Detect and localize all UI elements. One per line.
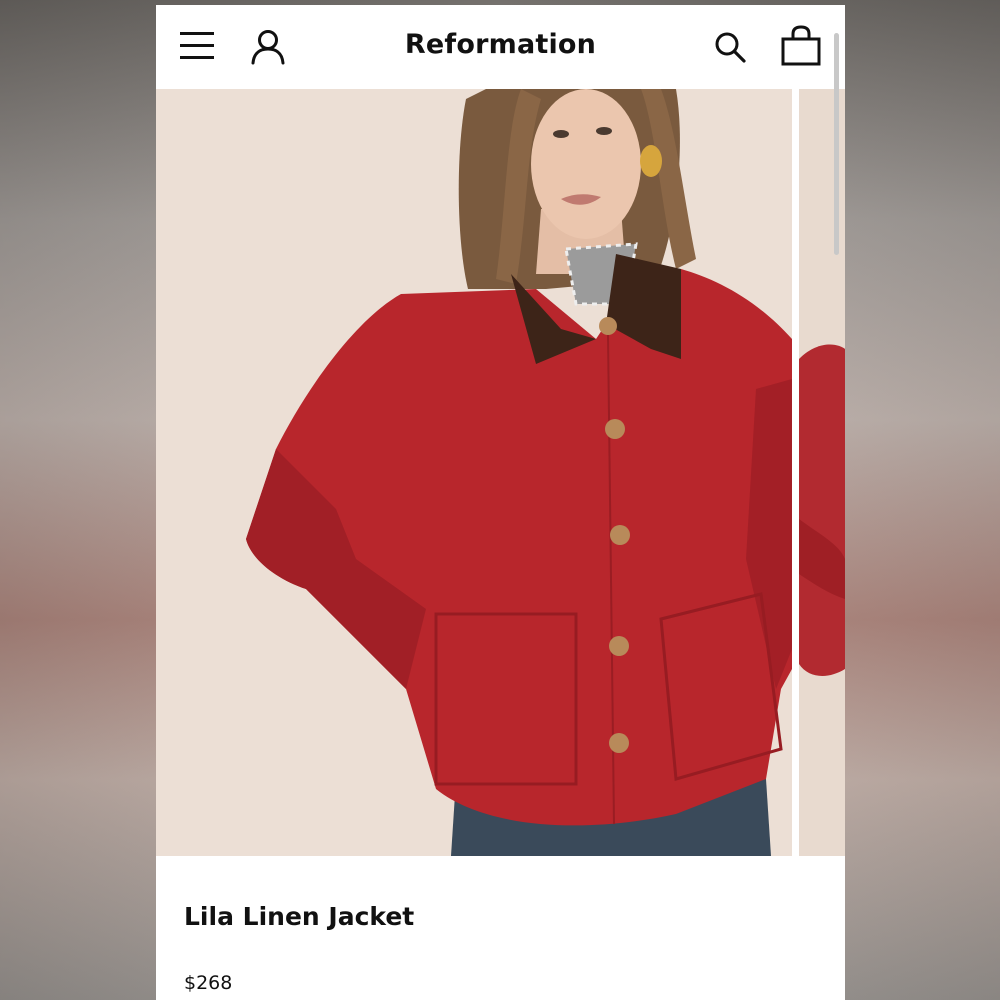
product-image-carousel[interactable]	[156, 89, 845, 856]
product-image[interactable]	[156, 89, 792, 856]
mobile-screen: Reformation Lila Linen Jacket $268	[156, 5, 845, 1000]
product-price: $268	[184, 972, 233, 994]
model-photo-illustration	[156, 89, 792, 856]
shopping-bag-icon[interactable]	[780, 25, 822, 67]
top-navigation-bar: Reformation	[156, 5, 845, 89]
product-title[interactable]: Lila Linen Jacket	[184, 902, 414, 931]
page-scrollbar[interactable]	[834, 33, 839, 255]
search-icon[interactable]	[712, 29, 748, 65]
